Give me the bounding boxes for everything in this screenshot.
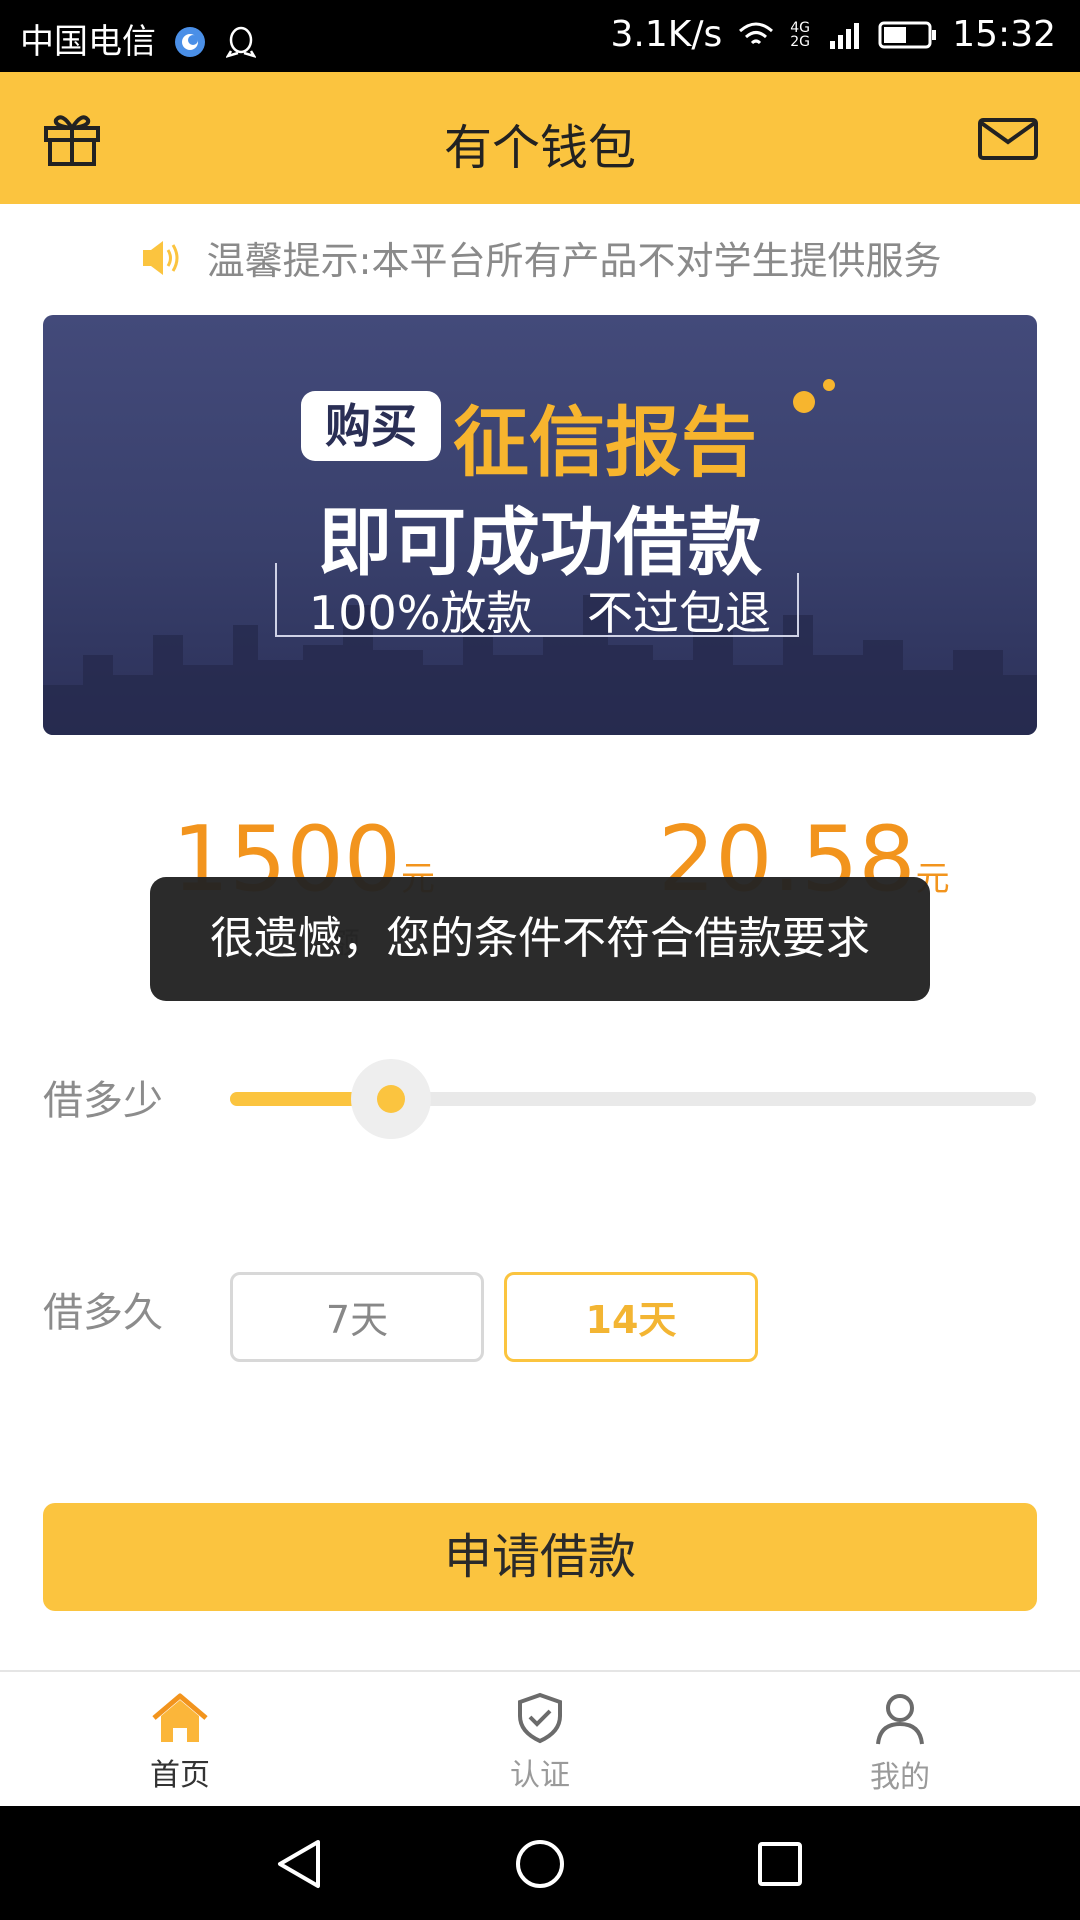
slider-thumb-dot bbox=[377, 1085, 406, 1113]
shield-check-icon bbox=[518, 1692, 562, 1744]
user-icon bbox=[876, 1694, 924, 1745]
clock: 15:32 bbox=[952, 14, 1056, 55]
duration-14-day-button[interactable]: 14天 bbox=[504, 1272, 758, 1362]
network-speed: 3.1K/s bbox=[610, 14, 723, 55]
speaker-icon bbox=[142, 240, 179, 275]
banner-dot bbox=[793, 391, 815, 413]
nav-label-mine: 我的 bbox=[870, 1760, 930, 1795]
network-type: 4G 2G bbox=[790, 19, 811, 50]
nav-item-home[interactable]: 首页 bbox=[80, 1692, 280, 1794]
slider-label: 借多少 bbox=[43, 1078, 163, 1124]
page-title: 有个钱包 bbox=[443, 120, 636, 176]
signal-icon bbox=[830, 22, 860, 49]
banner-dot bbox=[823, 379, 835, 391]
browser-icon bbox=[174, 27, 205, 57]
notice-text: 温馨提示:本平台所有产品不对学生提供服务 bbox=[206, 239, 942, 283]
nav-label-home: 首页 bbox=[150, 1758, 210, 1793]
notice-bar: 温馨提示:本平台所有产品不对学生提供服务 bbox=[0, 230, 1080, 285]
system-nav-bar bbox=[0, 1806, 1080, 1920]
banner-subline: 100%放款 不过包退 bbox=[308, 586, 772, 640]
qq-icon bbox=[224, 26, 257, 59]
app-header: 有个钱包 bbox=[0, 72, 1080, 204]
mail-icon bbox=[978, 118, 1038, 160]
status-right: 3.1K/s 4G 2G 15:32 bbox=[611, 14, 1057, 55]
recents-icon[interactable] bbox=[756, 1840, 804, 1888]
mail-button[interactable] bbox=[976, 108, 1040, 168]
nav-label-verify: 认证 bbox=[510, 1758, 570, 1793]
banner-headline-1: 征信报告 bbox=[453, 398, 757, 487]
nav-item-verify[interactable]: 认证 bbox=[440, 1692, 640, 1794]
wifi-icon bbox=[739, 22, 774, 44]
home-icon bbox=[152, 1693, 208, 1742]
banner-badge: 购买 bbox=[301, 391, 441, 461]
error-toast: 很遗憾，您的条件不符合借款要求 bbox=[150, 877, 930, 1001]
battery-icon bbox=[878, 21, 937, 48]
duration-label: 借多久 bbox=[43, 1290, 163, 1336]
amount-slider-thumb[interactable] bbox=[351, 1059, 432, 1139]
nav-item-mine[interactable]: 我的 bbox=[800, 1692, 1000, 1796]
carrier-group: 中国电信 bbox=[20, 14, 257, 63]
home-circle-icon[interactable] bbox=[514, 1838, 566, 1890]
status-bar: 中国电信 3.1K/s 4G 2G 15:32 bbox=[0, 0, 1080, 72]
bottom-nav: 首页 认证 我的 bbox=[0, 1670, 1080, 1808]
apply-loan-button[interactable]: 申请借款 bbox=[43, 1503, 1037, 1611]
promo-banner[interactable]: 购买 征信报告 即可成功借款 100%放款 不过包退 bbox=[43, 315, 1037, 735]
back-icon[interactable] bbox=[274, 1838, 324, 1890]
carrier-name: 中国电信 bbox=[20, 22, 156, 62]
duration-7-day-button[interactable]: 7天 bbox=[230, 1272, 484, 1362]
